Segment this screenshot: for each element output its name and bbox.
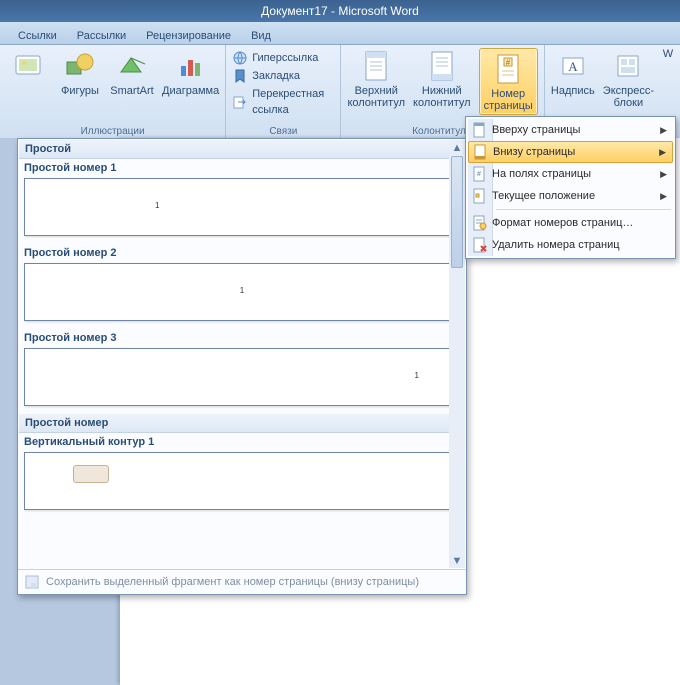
gallery-save-selection[interactable]: Сохранить выделенный фрагмент как номер … [18, 569, 466, 594]
tab-mailings[interactable]: Рассылки [67, 28, 136, 44]
gallery-group-simple: Простой [19, 140, 465, 159]
header-button[interactable]: Верхний колонтитул [347, 48, 405, 109]
page-bottom-icon [469, 144, 493, 160]
gallery-scrollbar[interactable]: ▲ ▼ [449, 140, 465, 568]
menu-top-of-page[interactable]: Вверху страницы ▶ [468, 119, 673, 141]
chart-button[interactable]: Диаграмма [162, 48, 219, 97]
textbox-button[interactable]: A Надпись [551, 48, 595, 97]
preview-simple-3: 1 [24, 348, 460, 406]
scroll-down-icon[interactable]: ▼ [449, 553, 465, 568]
save-selection-icon [24, 574, 40, 590]
group-illustrations: Фигуры SmartArt Диаграмма Иллюстрации [0, 45, 226, 139]
menu-bottom-of-page[interactable]: Внизу страницы ▶ [468, 141, 673, 163]
menu-format-page-numbers[interactable]: Формат номеров страниц… [468, 212, 673, 234]
submenu-arrow-icon: ▶ [660, 169, 667, 180]
menu-separator [496, 209, 671, 210]
gallery-item-simple-1[interactable]: Простой номер 1 1 [19, 159, 465, 244]
svg-text:#: # [506, 58, 511, 67]
textbox-icon: A [557, 50, 589, 82]
ribbon-tabbar: Ссылки Рассылки Рецензирование Вид [0, 22, 680, 45]
preview-simple-2: 1 [24, 263, 460, 321]
gallery-item-vertical-1[interactable]: Вертикальный контур 1 [19, 433, 465, 518]
quickparts-icon [612, 50, 644, 82]
window-title: Документ17 - Microsoft Word [261, 4, 419, 18]
chart-icon [175, 50, 207, 82]
picture-button[interactable] [6, 48, 50, 85]
remove-icon [468, 237, 492, 253]
tab-view[interactable]: Вид [241, 28, 281, 44]
scroll-up-icon[interactable]: ▲ [449, 140, 465, 155]
submenu-arrow-icon: ▶ [660, 125, 667, 136]
hyperlink-icon [232, 50, 248, 66]
preview-vertical-1 [24, 452, 460, 510]
footer-icon [426, 50, 458, 82]
picture-icon [12, 50, 44, 82]
hyperlink-button[interactable]: Гиперссылка [232, 50, 334, 66]
page-top-icon [468, 122, 492, 138]
smartart-icon [116, 50, 148, 82]
window-titlebar: Документ17 - Microsoft Word [0, 0, 680, 22]
header-icon [360, 50, 392, 82]
bookmark-icon [232, 68, 248, 84]
group-links: Гиперссылка Закладка Перекрестная ссылка… [226, 45, 341, 139]
gallery-item-simple-3[interactable]: Простой номер 3 1 [19, 329, 465, 414]
svg-text:A: A [568, 59, 578, 74]
current-position-icon [468, 188, 492, 204]
crossref-icon [232, 94, 248, 110]
page-number-gallery: Простой Простой номер 1 1 Простой номер … [17, 138, 467, 595]
preview-simple-1: 1 [24, 178, 460, 236]
submenu-arrow-icon: ▶ [660, 191, 667, 202]
shapes-icon [64, 50, 96, 82]
page-number-menu: Вверху страницы ▶ Внизу страницы ▶ # На … [465, 116, 676, 259]
group-links-label: Связи [232, 125, 334, 139]
gallery-item-simple-2[interactable]: Простой номер 2 1 [19, 244, 465, 329]
format-icon [468, 215, 492, 231]
menu-current-position[interactable]: Текущее положение ▶ [468, 185, 673, 207]
svg-text:#: # [477, 171, 481, 178]
footer-button[interactable]: Нижний колонтитул [413, 48, 471, 109]
menu-remove-page-numbers[interactable]: Удалить номера страниц [468, 234, 673, 256]
gallery-group-simple-number: Простой номер [19, 414, 465, 433]
tab-references[interactable]: Ссылки [8, 28, 67, 44]
crossref-button[interactable]: Перекрестная ссылка [232, 86, 334, 118]
smartart-button[interactable]: SmartArt [110, 48, 154, 97]
page-margins-icon: # [468, 166, 492, 182]
page-number-button[interactable]: # Номер страницы [479, 48, 538, 115]
quickparts-button[interactable]: Экспресс-блоки [603, 48, 654, 109]
scroll-thumb[interactable] [451, 156, 463, 268]
submenu-arrow-icon: ▶ [659, 147, 666, 158]
tab-review[interactable]: Рецензирование [136, 28, 241, 44]
bookmark-button[interactable]: Закладка [232, 68, 334, 84]
page-number-icon: # [492, 53, 524, 85]
group-illustrations-label: Иллюстрации [6, 125, 219, 139]
shapes-button[interactable]: Фигуры [58, 48, 102, 97]
wordart-button[interactable]: W [662, 48, 674, 60]
menu-page-margins[interactable]: # На полях страницы ▶ [468, 163, 673, 185]
